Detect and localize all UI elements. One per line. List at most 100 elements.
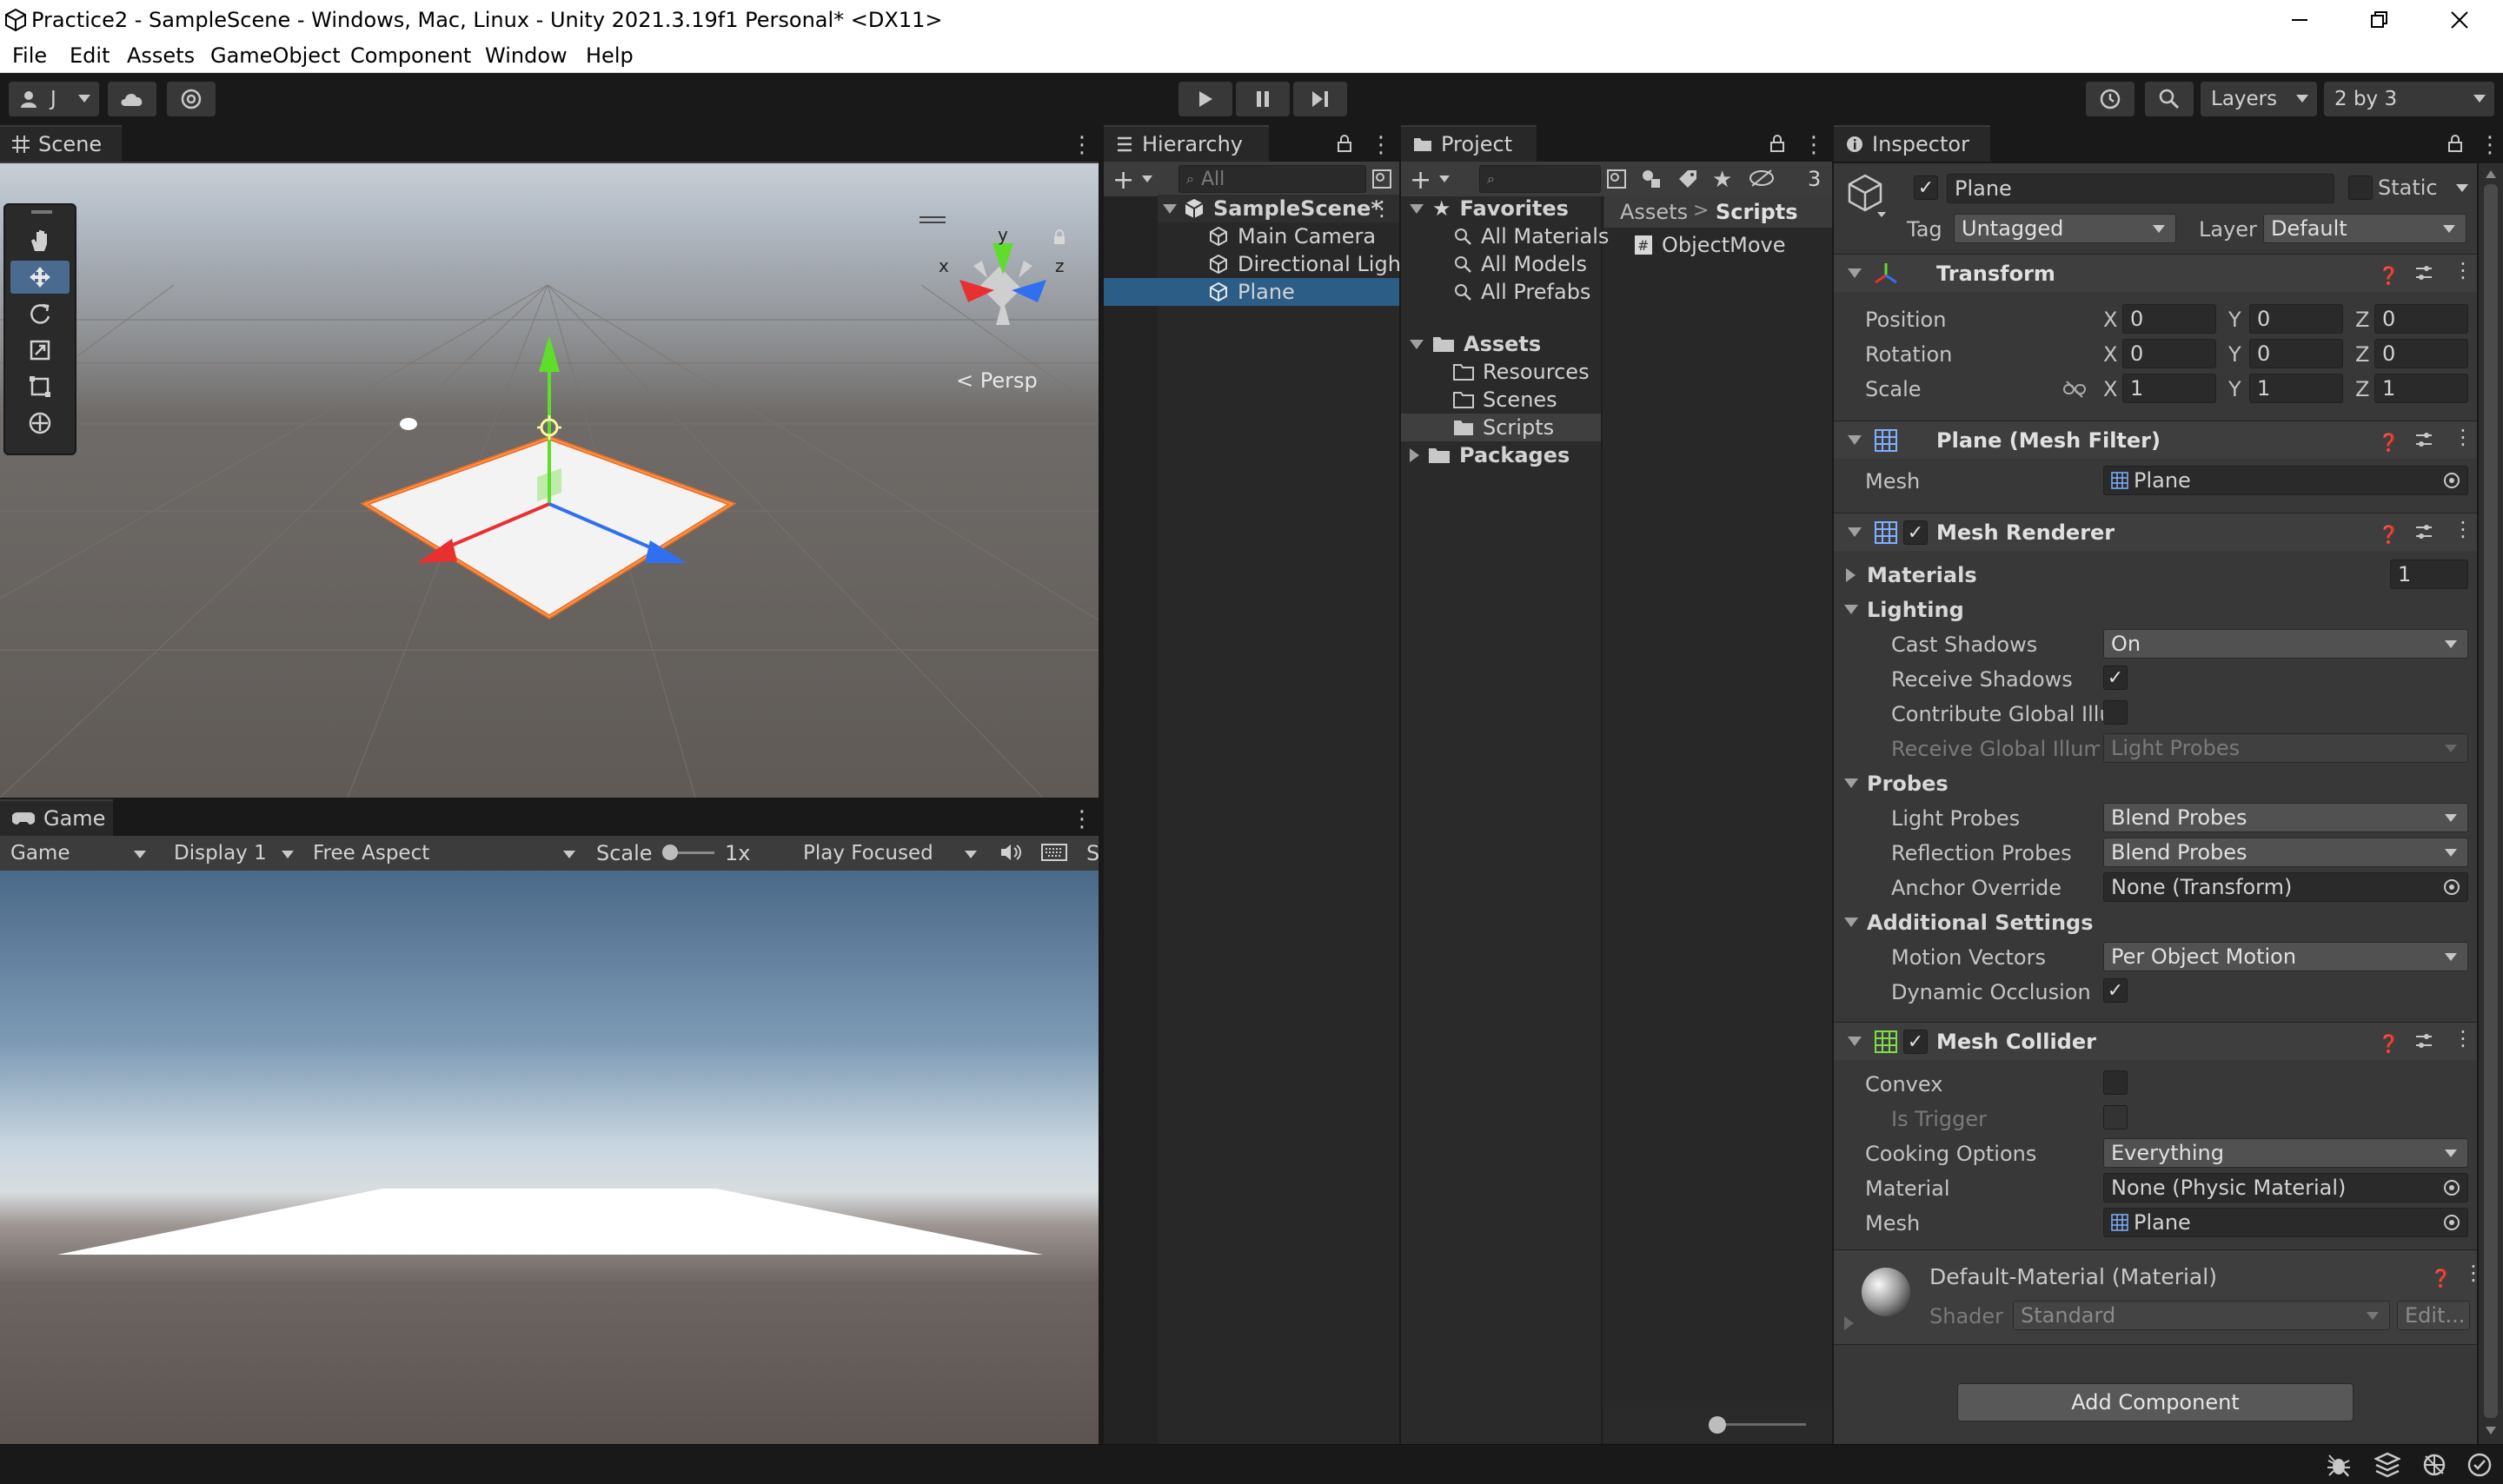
transform-tool-button[interactable]: [10, 407, 70, 440]
tree-favorite-all-materials[interactable]: All Materials: [1453, 222, 1609, 250]
transform-header[interactable]: Transform ❓ ⋮: [1834, 254, 2477, 292]
tree-folder-resources[interactable]: Resources: [1453, 358, 1590, 386]
scrollbar-thumb[interactable]: [2484, 184, 2498, 1418]
create-dropdown-caret[interactable]: [1142, 176, 1152, 182]
mesh-object-field[interactable]: Plane: [2103, 466, 2468, 495]
help-icon[interactable]: ❓: [2378, 524, 2400, 545]
rotation-z-field[interactable]: 0: [2374, 339, 2468, 368]
display-dropdown[interactable]: Display 1: [163, 838, 302, 869]
active-checkbox[interactable]: ✓: [1914, 176, 1938, 200]
probes-label[interactable]: Probes: [1867, 772, 1949, 796]
menu-gameobject[interactable]: GameObject: [210, 43, 341, 68]
scale-tool-button[interactable]: [10, 334, 70, 367]
keyboard-icon[interactable]: [1041, 843, 1067, 862]
lock-icon[interactable]: [1769, 134, 1785, 153]
rect-tool-button[interactable]: [10, 370, 70, 403]
tab-project[interactable]: Project: [1401, 125, 1537, 162]
tab-scene[interactable]: Scene: [0, 125, 122, 162]
rotation-y-field[interactable]: 0: [2249, 339, 2343, 368]
static-checkbox[interactable]: [2348, 176, 2373, 200]
menu-assets[interactable]: Assets: [127, 43, 195, 68]
icon-size-slider-handle[interactable]: [1709, 1416, 1726, 1434]
foldout-icon[interactable]: [1848, 268, 1862, 278]
physic-material-field[interactable]: None (Physic Material): [2103, 1173, 2468, 1202]
tree-favorite-all-prefabs[interactable]: All Prefabs: [1453, 278, 1590, 306]
mesh-renderer-enabled-checkbox[interactable]: ✓: [1903, 520, 1928, 545]
move-tool-button[interactable]: [10, 261, 70, 294]
receive-shadows-checkbox[interactable]: ✓: [2103, 666, 2128, 690]
help-icon[interactable]: ❓: [2378, 432, 2400, 453]
speaker-icon[interactable]: [999, 843, 1022, 862]
mesh-filter-header[interactable]: Plane (Mesh Filter) ❓ ⋮: [1834, 421, 2477, 459]
tree-favorite-all-models[interactable]: All Models: [1453, 250, 1587, 278]
minimize-button[interactable]: [2260, 0, 2340, 40]
object-picker-icon[interactable]: [2443, 1179, 2460, 1196]
presets-icon[interactable]: [2414, 430, 2433, 449]
hierarchy-search-input[interactable]: ⌕ All: [1178, 165, 1366, 193]
menu-help[interactable]: Help: [586, 43, 634, 68]
more-options-icon[interactable]: ⋮: [2479, 132, 2501, 158]
hierarchy-item-directional-light[interactable]: Directional Light: [1208, 250, 1409, 278]
additional-settings-label[interactable]: Additional Settings: [1867, 911, 2094, 935]
tab-game[interactable]: Game: [0, 799, 113, 836]
mesh-renderer-header[interactable]: ✓ Mesh Renderer ❓ ⋮: [1834, 513, 2477, 551]
add-component-button[interactable]: Add Component: [1957, 1383, 2354, 1421]
menu-component[interactable]: Component: [350, 43, 471, 68]
lock-icon[interactable]: [2447, 134, 2463, 153]
create-button[interactable]: +: [1410, 165, 1431, 195]
foldout-icon[interactable]: [1844, 1316, 1854, 1330]
dynamic-occlusion-checkbox[interactable]: ✓: [2103, 978, 2128, 1003]
scene-viewport[interactable]: x y z < Persp: [0, 163, 1099, 798]
foldout-icon[interactable]: [1844, 778, 1858, 788]
menu-edit[interactable]: Edit: [70, 43, 110, 68]
object-name-input[interactable]: Plane: [1947, 174, 2334, 203]
motion-vectors-dropdown[interactable]: Per Object Motion: [2103, 942, 2468, 971]
presets-icon[interactable]: [2414, 263, 2433, 282]
collab-button[interactable]: [167, 82, 216, 116]
tree-folder-scripts[interactable]: Scripts: [1401, 414, 1601, 441]
more-options-icon[interactable]: ⋮: [2453, 425, 2473, 449]
cast-shadows-dropdown[interactable]: On: [2103, 629, 2468, 659]
network-off-icon[interactable]: [2421, 1452, 2447, 1478]
lighting-label[interactable]: Lighting: [1867, 598, 1964, 622]
more-options-icon[interactable]: ⋮: [2453, 1026, 2473, 1050]
aspect-dropdown[interactable]: Free Aspect: [302, 838, 584, 869]
presets-icon[interactable]: [2414, 1031, 2433, 1050]
tree-assets[interactable]: Assets: [1410, 330, 1541, 358]
tree-favorites[interactable]: ★ Favorites: [1410, 195, 1569, 222]
breadcrumb-assets[interactable]: Assets: [1620, 200, 1688, 224]
hierarchy-scene-row[interactable]: SampleScene* ⋮: [1158, 195, 1399, 222]
help-icon[interactable]: ❓: [2430, 1268, 2452, 1289]
tree-folder-scenes[interactable]: Scenes: [1453, 386, 1557, 414]
create-dropdown-caret[interactable]: [1439, 176, 1450, 182]
close-window-button[interactable]: [2420, 0, 2500, 40]
favorite-star-icon[interactable]: ★: [1712, 167, 1732, 193]
more-options-icon[interactable]: ⋮: [1371, 196, 1392, 221]
foldout-icon[interactable]: [1848, 435, 1862, 445]
stats-button[interactable]: S: [1086, 841, 1099, 865]
more-options-icon[interactable]: ⋮: [2463, 1261, 2477, 1285]
lock-icon[interactable]: [1337, 134, 1352, 153]
cloud-button[interactable]: [108, 82, 156, 116]
play-mode-dropdown[interactable]: Play Focused: [793, 838, 986, 869]
mesh-collider-enabled-checkbox[interactable]: ✓: [1903, 1030, 1928, 1054]
debug-icon[interactable]: [2326, 1452, 2352, 1478]
play-button[interactable]: [1178, 82, 1232, 116]
scale-slider-handle[interactable]: [662, 845, 678, 860]
presets-icon[interactable]: [2414, 522, 2433, 541]
constrain-proportions-icon[interactable]: [2063, 381, 2086, 398]
foldout-icon[interactable]: [1848, 527, 1862, 537]
position-y-field[interactable]: 0: [2249, 304, 2343, 334]
icon-size-slider-track[interactable]: [1712, 1423, 1806, 1426]
game-viewport[interactable]: [0, 871, 1099, 1444]
foldout-icon[interactable]: [1410, 203, 1424, 214]
convex-checkbox[interactable]: [2103, 1070, 2128, 1095]
foldout-icon[interactable]: [1844, 605, 1858, 614]
more-options-icon[interactable]: ⋮: [2453, 258, 2473, 282]
projection-toggle[interactable]: < Persp: [956, 368, 1038, 393]
object-picker-icon[interactable]: [2443, 1214, 2460, 1231]
hidden-packages-icon[interactable]: [1749, 169, 1775, 188]
menu-window[interactable]: Window: [485, 43, 568, 68]
static-dropdown-caret[interactable]: [2456, 184, 2468, 192]
breadcrumb-scripts[interactable]: Scripts: [1716, 200, 1798, 224]
